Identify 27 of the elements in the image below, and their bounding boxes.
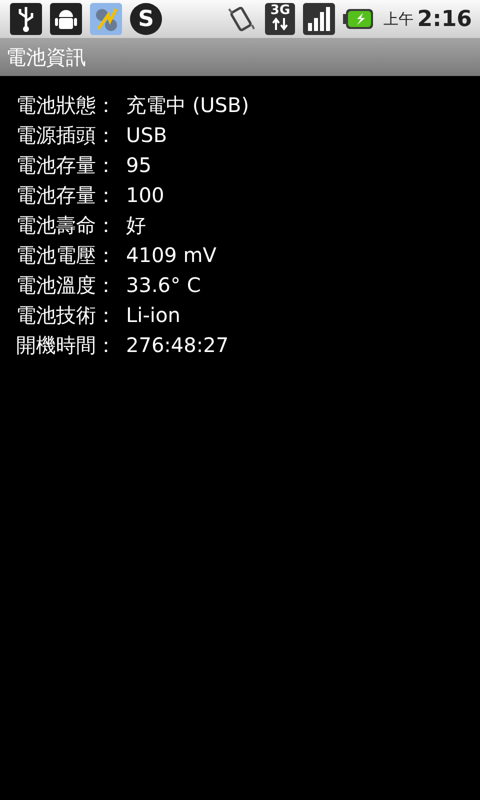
info-value: 4109 mV xyxy=(126,243,216,267)
data-arrows-icon xyxy=(271,17,290,31)
info-value: 充電中 (USB) xyxy=(126,92,250,118)
info-label: 電池電壓： xyxy=(16,242,117,268)
info-value: 95 xyxy=(126,153,152,177)
info-value: 33.6° C xyxy=(126,273,201,297)
info-label: 電池壽命： xyxy=(16,212,117,238)
info-label: 電池溫度： xyxy=(16,272,117,298)
network-type-icon: 3G xyxy=(265,3,296,35)
info-value: USB xyxy=(126,123,168,147)
info-value: Li-ion xyxy=(126,303,180,327)
info-value: 100 xyxy=(126,183,164,207)
info-label: 電池技術： xyxy=(16,302,117,328)
info-value: 好 xyxy=(126,212,146,238)
info-label: 電池狀態： xyxy=(16,92,117,118)
robot-icon xyxy=(50,3,82,35)
info-label: 電池存量： xyxy=(16,152,117,178)
clock-time: 2:16 xyxy=(417,6,472,32)
info-value: 276:48:27 xyxy=(126,333,229,357)
info-label: 電池存量： xyxy=(16,182,117,208)
usb-icon xyxy=(10,3,42,35)
info-label: 開機時間： xyxy=(16,332,117,358)
signal-icon xyxy=(303,3,336,35)
info-label: 電源插頭： xyxy=(16,122,117,148)
am-pm-label: 上午 xyxy=(383,10,414,28)
window-title: 電池資訊 xyxy=(6,44,86,70)
chat-app-icon: S xyxy=(130,3,162,35)
